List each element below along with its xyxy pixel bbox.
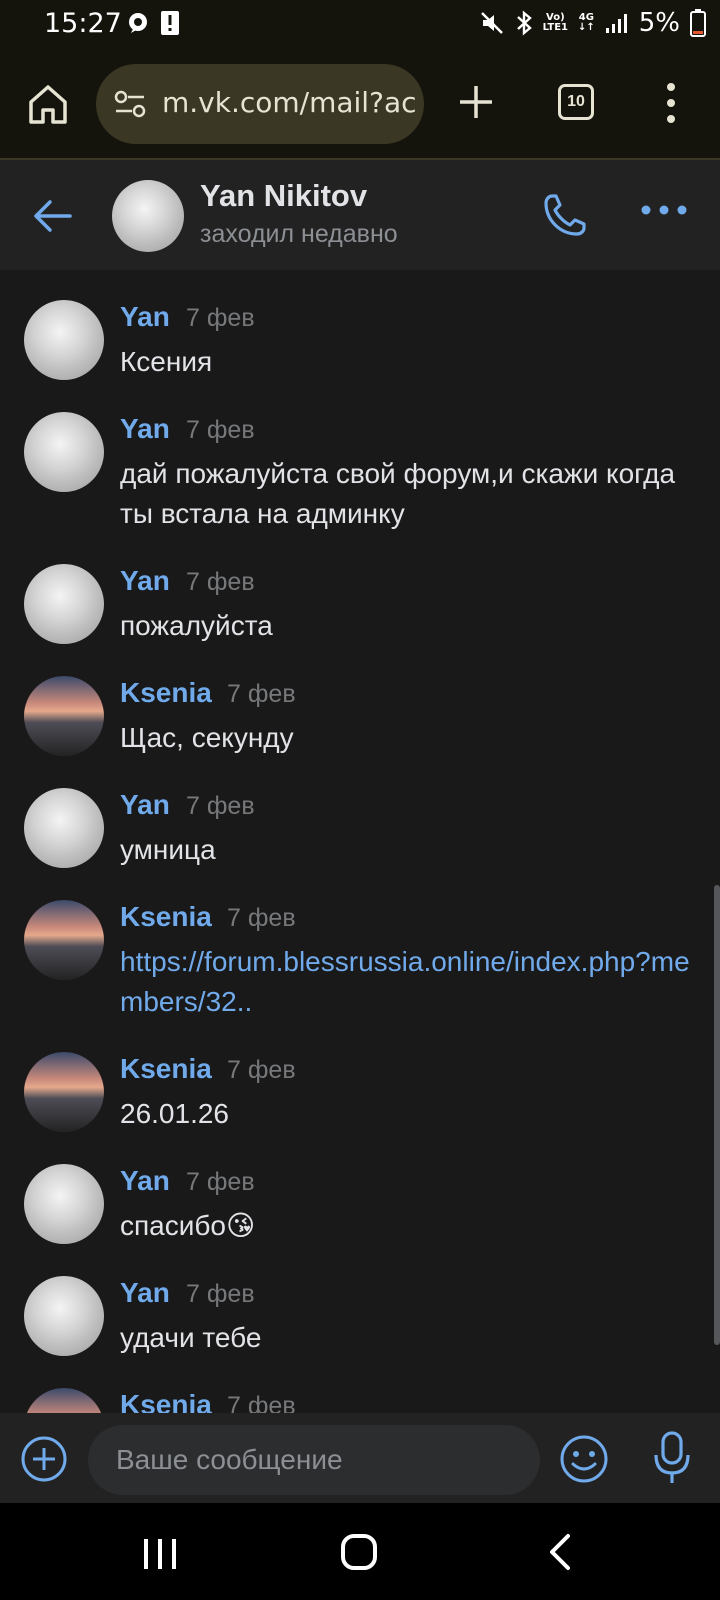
back-nav-icon[interactable] <box>546 1533 574 1571</box>
avatar[interactable] <box>112 180 184 252</box>
message-text: дай пожалуйста свой форум,и скажи когда … <box>120 458 676 529</box>
message-text: спасибо😘 <box>120 1210 256 1241</box>
mute-icon <box>480 12 503 34</box>
browser-menu-icon[interactable] <box>660 80 682 126</box>
emoji-icon[interactable] <box>558 1433 610 1485</box>
url-text[interactable]: m.vk.com/mail?ac <box>162 86 417 119</box>
message-time: 7 фев <box>186 1168 255 1196</box>
system-navigation-bar <box>0 1503 720 1600</box>
message-composer <box>0 1413 720 1503</box>
alert-notification-icon <box>161 11 179 35</box>
message-notification-icon <box>129 13 147 33</box>
avatar[interactable] <box>24 1164 104 1244</box>
message-author[interactable]: Ksenia <box>120 677 212 709</box>
message-time: 7 фев <box>227 1056 296 1084</box>
battery-percent: 5% <box>638 8 680 38</box>
microphone-icon[interactable] <box>652 1429 692 1487</box>
message-author[interactable]: Yan <box>120 1165 170 1197</box>
avatar[interactable] <box>24 1276 104 1356</box>
add-attachment-icon[interactable] <box>20 1435 68 1483</box>
home-nav-icon[interactable] <box>340 1533 378 1571</box>
message-author[interactable]: Ksenia <box>120 1389 212 1413</box>
message-time: 7 фев <box>227 1392 296 1413</box>
message-text: пожалуйста <box>120 610 273 641</box>
contact-name[interactable]: Yan Nikitov <box>200 178 367 214</box>
avatar[interactable] <box>24 564 104 644</box>
message-input[interactable] <box>88 1425 540 1495</box>
avatar[interactable] <box>24 900 104 980</box>
contact-status: заходил недавно <box>200 220 398 248</box>
avatar[interactable] <box>24 412 104 492</box>
message-time: 7 фев <box>186 792 255 820</box>
signal-icon <box>605 14 627 33</box>
status-bar: 15:27 Vo) LTE1 4G ↓↑ 5% <box>0 0 720 50</box>
message-text: Ксения <box>120 346 213 377</box>
address-bar[interactable]: m.vk.com/mail?ac <box>96 64 424 144</box>
avatar[interactable] <box>24 1052 104 1132</box>
message-time: 7 фев <box>227 904 296 932</box>
chat-header: Yan Nikitov заходил недавно <box>0 160 720 270</box>
message-link[interactable]: https://forum.blessrussia.online/index.p… <box>120 942 690 1022</box>
message-text: Щас, секунду <box>120 722 294 753</box>
battery-icon <box>690 9 706 37</box>
message-time: 7 фев <box>186 568 255 596</box>
message-time: 7 фев <box>186 304 255 332</box>
bluetooth-icon <box>516 10 532 36</box>
message-author[interactable]: Yan <box>120 565 170 597</box>
message-author[interactable]: Ksenia <box>120 901 212 933</box>
new-tab-icon[interactable] <box>456 82 496 122</box>
message-text: умница <box>120 834 216 865</box>
message-text: 26.01.26 <box>120 1098 229 1129</box>
back-arrow-icon[interactable] <box>30 194 74 238</box>
more-options-icon[interactable] <box>640 200 688 220</box>
browser-toolbar: m.vk.com/mail?ac 10 <box>0 50 720 160</box>
volte-indicator: Vo) LTE1 <box>542 12 568 33</box>
message-author[interactable]: Yan <box>120 413 170 445</box>
network-type-indicator: 4G ↓↑ <box>577 12 595 33</box>
tab-switcher-button[interactable]: 10 <box>558 84 594 120</box>
message-author[interactable]: Yan <box>120 789 170 821</box>
recent-apps-icon[interactable] <box>142 1537 178 1571</box>
scrollbar[interactable] <box>714 885 720 1345</box>
message-text: удачи тебе <box>120 1322 262 1353</box>
message-time: 7 фев <box>227 680 296 708</box>
avatar[interactable] <box>24 676 104 756</box>
home-icon[interactable] <box>26 82 70 126</box>
status-time: 15:27 <box>44 8 122 39</box>
phone-icon[interactable] <box>540 190 590 240</box>
site-settings-icon[interactable] <box>114 90 146 118</box>
message-author[interactable]: Ksenia <box>120 1053 212 1085</box>
avatar[interactable] <box>24 788 104 868</box>
avatar[interactable] <box>24 1388 104 1413</box>
message-time: 7 фев <box>186 416 255 444</box>
avatar[interactable] <box>24 300 104 380</box>
message-author[interactable]: Yan <box>120 301 170 333</box>
message-time: 7 фев <box>186 1280 255 1308</box>
message-author[interactable]: Yan <box>120 1277 170 1309</box>
message-list[interactable]: Yan 7 фев Ксения Yan 7 фев дай пожалуйст… <box>0 270 720 1413</box>
